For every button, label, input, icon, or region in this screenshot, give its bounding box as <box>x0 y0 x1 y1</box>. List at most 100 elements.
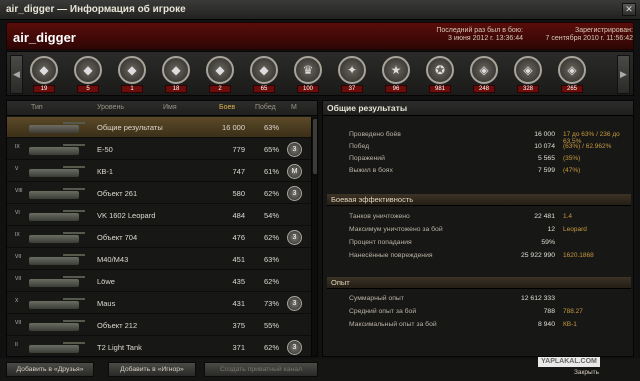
tier-label: V <box>15 166 19 172</box>
stat-row: Проведено боёв 16 000 17 до 63% / 236 до 6… <box>349 131 629 145</box>
close-icon[interactable]: ✕ <box>622 3 636 16</box>
medal-count: 5 <box>77 85 99 93</box>
tank-body <box>29 147 79 155</box>
tank-gun <box>63 210 85 212</box>
vehicle-wins: 65% <box>263 145 279 154</box>
medal-icon: ✦ <box>346 63 358 77</box>
tank-gun <box>63 254 85 256</box>
medal[interactable]: ◆ 65 <box>249 56 279 94</box>
vehicle-row[interactable]: Общие результаты 16 000 63% <box>7 117 311 138</box>
add-friend-button[interactable]: Добавить в «Друзья» <box>6 362 94 377</box>
window-title: air_digger — Информация об игроке <box>6 4 186 15</box>
col-name[interactable]: Имя <box>163 104 177 111</box>
private-channel-button[interactable]: Создать приватный канал <box>204 362 318 377</box>
medal[interactable]: ◆ 5 <box>73 56 103 94</box>
scroll-left-icon[interactable]: ◀ <box>10 55 23 94</box>
vehicle-name: Löwe <box>97 277 115 286</box>
vehicles-header: Тип Уровень Имя Боев Побед М <box>7 101 317 116</box>
stat-row: Средний опыт за бой 788 788.27 <box>349 308 629 317</box>
add-ignore-button[interactable]: Добавить в «Игнор» <box>108 362 196 377</box>
col-mastery[interactable]: М <box>291 104 297 111</box>
efficiency-title: Боевая эффективность <box>327 194 631 206</box>
medal[interactable]: ◆ 2 <box>205 56 235 94</box>
stat-label: Максимум уничтожено за бой <box>349 226 443 233</box>
stat-label: Максимальный опыт за бой <box>349 321 437 328</box>
vehicle-name: Общие результаты <box>97 123 163 132</box>
stat-extra: КВ-1 <box>563 321 577 328</box>
medal[interactable]: ◈ 248 <box>469 56 499 94</box>
vehicle-row[interactable]: VII M40/M43 451 63% <box>7 249 311 270</box>
last-battle-label: Последний раз был в бою: <box>436 27 523 34</box>
medal[interactable]: ◆ 19 <box>29 56 59 94</box>
medal-icon: ✪ <box>434 63 446 77</box>
stat-value: 25 922 990 <box>520 252 555 259</box>
scroll-right-icon[interactable]: ▶ <box>617 55 630 94</box>
col-battles[interactable]: Боев <box>219 104 235 111</box>
medal[interactable]: ◈ 328 <box>513 56 543 94</box>
medal[interactable]: ◈ 265 <box>557 56 587 94</box>
medal-count: 100 <box>297 85 319 93</box>
vehicle-row[interactable]: VI VK 1602 Leopard 484 54% <box>7 205 311 226</box>
vehicle-row[interactable]: VII Löwe 435 62% <box>7 271 311 292</box>
vehicle-battles: 435 <box>232 277 245 286</box>
tank-body <box>29 125 79 133</box>
vehicle-wins: 62% <box>263 189 279 198</box>
close-button[interactable]: Закрыть <box>574 369 599 376</box>
medal[interactable]: ✦ 37 <box>337 56 367 94</box>
vehicle-row[interactable]: VII Объект 212 375 55% <box>7 315 311 336</box>
last-battle-value: 3 июня 2012 г. 13:36:44 <box>448 35 523 42</box>
vehicle-row[interactable]: V КВ-1 747 61% M <box>7 161 311 182</box>
tier-label: VII <box>15 276 22 282</box>
tier-label: X <box>15 298 19 304</box>
stat-value: 12 612 333 <box>520 295 555 302</box>
vehicles-scrollbar[interactable] <box>311 117 317 356</box>
vehicle-battles: 16 000 <box>222 123 245 132</box>
vehicle-row[interactable]: IX E-50 779 65% 3 <box>7 139 311 160</box>
tank-body <box>29 169 79 177</box>
vehicle-row[interactable]: X Maus 431 73% 3 <box>7 293 311 314</box>
vehicle-wins: 61% <box>263 167 279 176</box>
vehicle-row[interactable]: VIII Объект 261 580 62% 3 <box>7 183 311 204</box>
stat-label: Выжил в боях <box>349 167 393 174</box>
stat-value: 8 940 <box>537 321 555 328</box>
experience-title: Опыт <box>327 277 631 289</box>
tank-body <box>29 345 79 353</box>
stat-extra: 788.27 <box>563 308 583 315</box>
tank-medal-icon: ◆ <box>83 63 93 77</box>
tank-gun <box>63 320 85 322</box>
vehicle-battles: 375 <box>232 321 245 330</box>
col-type[interactable]: Тип <box>31 104 43 111</box>
tank-gun <box>63 188 85 190</box>
tank-gun <box>63 166 85 168</box>
scrollbar-thumb[interactable] <box>313 119 317 174</box>
medal-count: 1 <box>121 85 143 93</box>
stat-row: Суммарный опыт 12 612 333 <box>349 295 629 304</box>
medal[interactable]: ★ 96 <box>381 56 411 94</box>
vehicle-battles: 476 <box>232 233 245 242</box>
vehicle-battles: 431 <box>232 299 245 308</box>
tank-body <box>29 279 79 287</box>
vehicle-row[interactable]: IX Объект 704 476 62% 3 <box>7 227 311 248</box>
medal-count: 328 <box>517 85 539 93</box>
tank-icon <box>13 120 87 135</box>
tank-icon: VI <box>13 208 87 223</box>
tank-gun <box>63 122 85 124</box>
medal[interactable]: ✪ 981 <box>425 56 455 94</box>
tank-body <box>29 235 79 243</box>
medal[interactable]: ◆ 1 <box>117 56 147 94</box>
tank-icon: VII <box>13 274 87 289</box>
vehicle-name: Объект 212 <box>97 321 138 330</box>
col-wins[interactable]: Побед <box>255 104 276 111</box>
vehicle-wins: 63% <box>263 255 279 264</box>
tank-body <box>29 301 79 309</box>
vehicle-battles: 484 <box>232 211 245 220</box>
tier-label: VIII <box>15 188 23 194</box>
vehicle-row[interactable]: II T2 Light Tank 371 62% 3 <box>7 337 311 356</box>
vehicle-wins: 62% <box>263 233 279 242</box>
stat-value: 10 074 <box>534 143 555 150</box>
vehicle-wins: 54% <box>263 211 279 220</box>
col-level[interactable]: Уровень <box>97 104 124 111</box>
mastery-badge-icon: 3 <box>287 230 302 245</box>
medal[interactable]: ♛ 100 <box>293 56 323 94</box>
medal[interactable]: ◆ 18 <box>161 56 191 94</box>
